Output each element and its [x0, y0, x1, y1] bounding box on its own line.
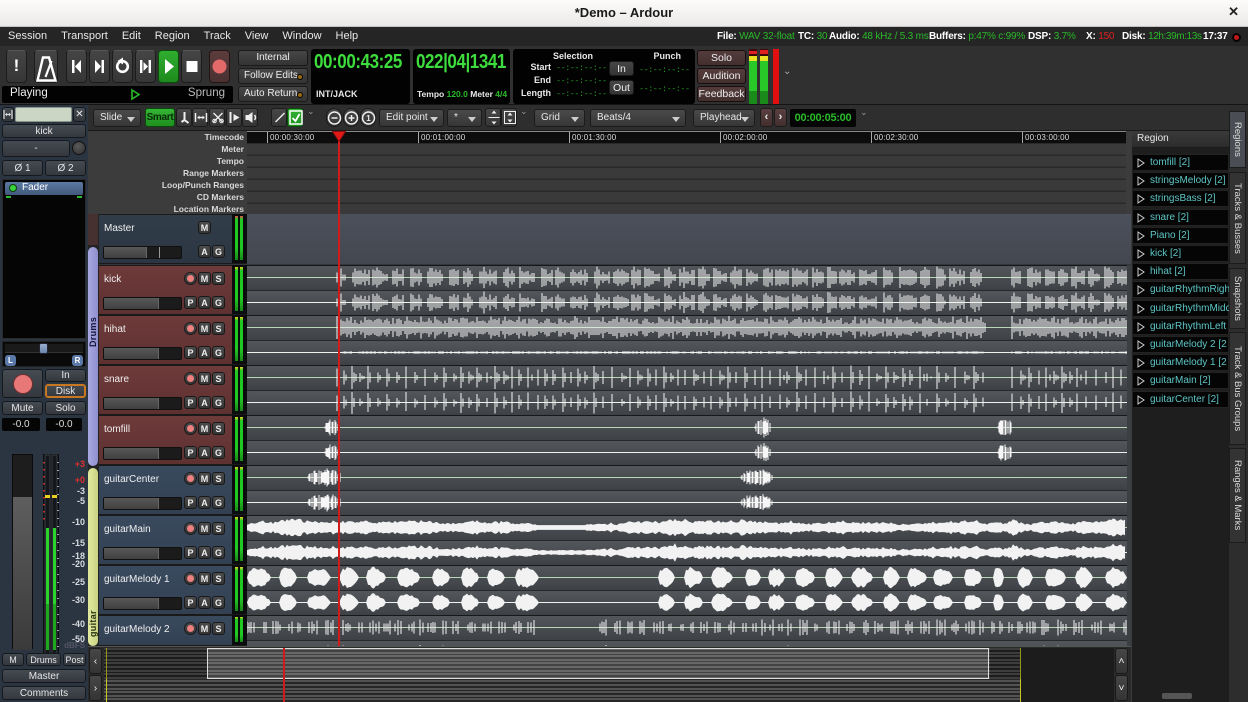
svg-text:1: 1 [366, 114, 371, 123]
